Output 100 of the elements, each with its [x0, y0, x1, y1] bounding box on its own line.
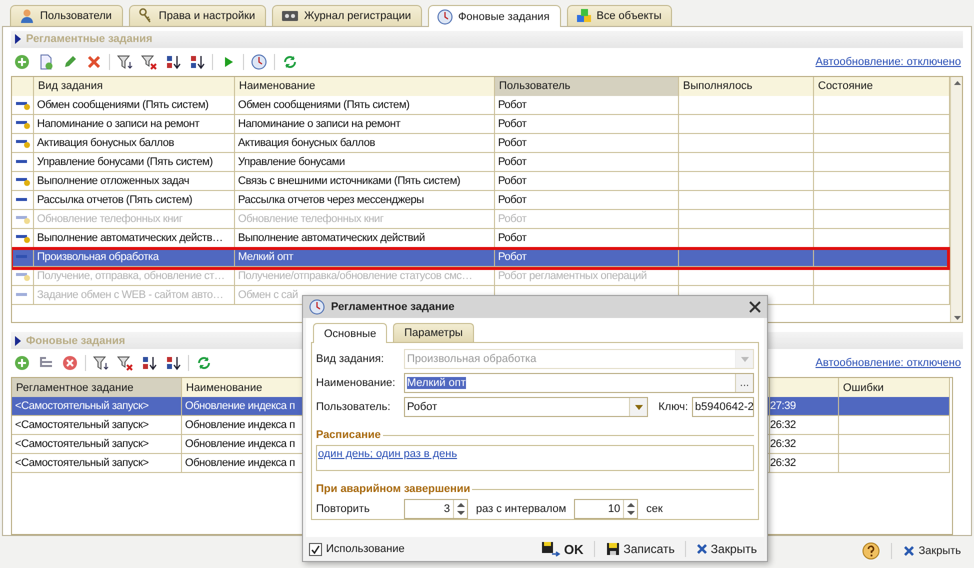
- scrollbar[interactable]: [950, 76, 962, 322]
- field-label: Ключ:: [658, 401, 688, 413]
- add-icon: [14, 54, 30, 70]
- copy-icon: [38, 54, 54, 70]
- schedule-link[interactable]: один день; один раз в день: [318, 448, 458, 460]
- dropdown-button[interactable]: [629, 398, 648, 416]
- save-button[interactable]: Записать: [600, 540, 679, 558]
- filter-clear-icon: [117, 355, 133, 372]
- floppy-disk-arrow-icon: [541, 541, 561, 557]
- column-header[interactable]: Наименование: [235, 76, 495, 97]
- column-header[interactable]: Ошибки: [839, 378, 950, 398]
- table-cell: 27:39: [770, 397, 839, 416]
- triangle-icon: [14, 33, 22, 46]
- close-icon: [902, 545, 915, 557]
- filter-icon: [93, 355, 109, 372]
- refresh-icon: [196, 355, 212, 372]
- table-cell: Напоминание о записи на ремонт: [34, 114, 235, 134]
- table-cell: Активация бонусных баллов: [235, 134, 495, 153]
- table-cell: <Самостоятельный запуск>: [12, 416, 182, 436]
- clock-icon: [437, 8, 454, 24]
- close-icon: [696, 543, 708, 555]
- field-label: раз с интервалом: [476, 503, 566, 515]
- autoupdate-link[interactable]: Автообновление: отключено: [816, 56, 961, 68]
- filter-clear-icon: [141, 54, 157, 70]
- table-cell: Робот: [495, 114, 679, 134]
- field-label: Пользователь:: [316, 401, 392, 413]
- table-cell: Выполнение отложенных задач: [34, 172, 235, 191]
- column-header[interactable]: Пользователь: [495, 76, 679, 97]
- table-cell: Активация бонусных баллов: [34, 134, 235, 153]
- sort-descending-icon: [189, 54, 205, 70]
- table-cell: Обновление телефонных книг: [34, 210, 235, 229]
- table-cell: Робот: [495, 96, 679, 115]
- table-cell: Рассылка отчетов через мессенджеры: [235, 190, 495, 210]
- checkbox[interactable]: [309, 542, 322, 556]
- tab[interactable]: Все объекты: [566, 5, 672, 26]
- column-header[interactable]: Наименование: [182, 378, 304, 398]
- table-cell: Задание обмен с WEB - сайтом авто…: [34, 286, 235, 305]
- table-cell: <Самостоятельный запуск>: [12, 397, 182, 416]
- table-cell: Рассылка отчетов (Пять систем): [34, 190, 235, 210]
- field-label: Вид задания:: [316, 353, 385, 365]
- table-cell: <Самостоятельный запуск>: [12, 435, 182, 454]
- close-button[interactable]: Закрыть: [692, 541, 761, 557]
- cubes-icon: [576, 8, 592, 24]
- section-title: Фоновые задания: [26, 334, 126, 347]
- checkmark-icon: [311, 544, 320, 554]
- table-cell: 26:32: [770, 454, 839, 474]
- person-icon: [19, 8, 35, 24]
- tab[interactable]: Фоновые задания: [428, 5, 561, 27]
- table-cell: Напоминание о записи на ремонт: [235, 114, 495, 134]
- tab[interactable]: Пользователи: [10, 5, 123, 26]
- tab[interactable]: Права и настройки: [128, 5, 266, 26]
- field-label: Повторить: [316, 503, 371, 515]
- scroll-up-icon: [954, 80, 961, 85]
- table-cell: Связь с внешними источниками (Пять систем): [235, 172, 495, 191]
- tab[interactable]: Основные: [313, 323, 388, 343]
- table-cell: Обновление телефонных книг: [235, 210, 495, 229]
- choice-button[interactable]: ...: [735, 374, 753, 392]
- table-cell: Робот: [495, 210, 679, 229]
- dropdown-field[interactable]: Робот: [404, 397, 648, 417]
- input-field[interactable]: Мелкий опт ...: [404, 373, 754, 393]
- column-header[interactable]: [770, 378, 839, 398]
- table-cell: 26:32: [770, 416, 839, 436]
- table-cell: Робот: [495, 172, 679, 191]
- spin-arrows-icon: [626, 502, 635, 516]
- pencil-icon: [62, 54, 78, 70]
- number-field[interactable]: 3: [404, 499, 468, 519]
- dropdown-caret-icon: [740, 356, 748, 362]
- table-cell: Обмен сообщениями (Пять систем): [235, 96, 495, 115]
- column-header[interactable]: Регламентное задание: [12, 378, 182, 398]
- number-field[interactable]: 10: [574, 499, 638, 519]
- clock-icon: [309, 299, 325, 315]
- column-header[interactable]: Выполнялось: [679, 76, 814, 97]
- table-cell: Управление бонусами: [235, 152, 495, 172]
- column-header[interactable]: Состояние: [814, 76, 950, 97]
- close-button[interactable]: Закрыть: [900, 543, 964, 559]
- delete-icon: [86, 54, 102, 70]
- sort-descending-icon: [165, 355, 181, 372]
- tab[interactable]: Журнал регистрации: [272, 5, 422, 26]
- column-header[interactable]: Вид задания: [34, 76, 235, 97]
- cancel-icon: [62, 355, 78, 372]
- close-button[interactable]: [749, 301, 761, 313]
- autoupdate-link[interactable]: Автообновление: отключено: [816, 357, 961, 370]
- ok-button[interactable]: OK: [537, 540, 588, 558]
- table-cell: Обмен сообщениями (Пять систем): [34, 96, 235, 115]
- cassette-icon: [281, 8, 300, 24]
- field-label: Наименование:: [316, 377, 396, 389]
- input-field[interactable]: b5940642-2: [692, 397, 754, 417]
- group-title: Расписание: [316, 429, 381, 441]
- clock-icon: [251, 54, 267, 70]
- filter-icon: [117, 54, 133, 70]
- tab[interactable]: Параметры: [393, 323, 474, 342]
- table-cell: <Самостоятельный запуск>: [12, 454, 182, 474]
- refresh-icon: [282, 54, 298, 70]
- table-cell: Обновление индекса п: [182, 397, 304, 416]
- table-cell: Управление бонусами (Пять систем): [34, 152, 235, 172]
- field-label: сек: [646, 503, 663, 515]
- table-cell: Робот: [495, 190, 679, 210]
- dropdown-caret-icon: [634, 404, 643, 410]
- table-cell: Робот: [495, 134, 679, 153]
- triangle-icon: [14, 334, 22, 347]
